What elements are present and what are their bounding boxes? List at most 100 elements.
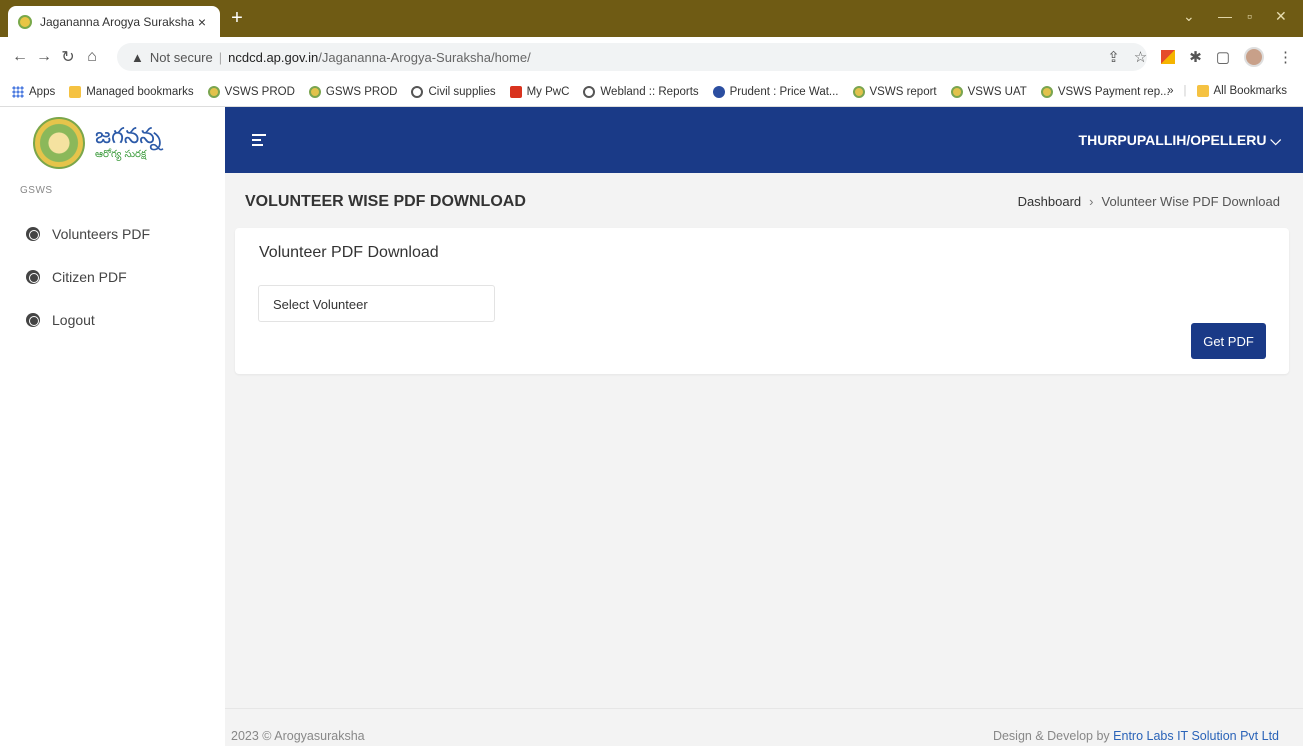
bookmark-webland[interactable]: Webland :: Reports — [583, 85, 699, 98]
bookmark-label: Prudent : Price Wat... — [729, 85, 839, 98]
reload-icon[interactable]: ↻ — [56, 47, 80, 67]
gsws-favicon-icon — [950, 85, 963, 98]
bookmark-prudent[interactable]: Prudent : Price Wat... — [712, 85, 839, 98]
bookmark-vsws-report[interactable]: VSWS report — [852, 85, 937, 98]
site-favicon-icon — [18, 14, 32, 29]
tab-close-icon[interactable]: × — [194, 14, 210, 30]
sidebar: జగనన్న ఆరోగ్య సురక్ష GSWS Volunteers PDF… — [0, 107, 225, 746]
apps-grid-icon — [12, 85, 24, 98]
gsws-favicon-icon — [852, 85, 865, 98]
gsws-favicon-icon — [207, 85, 220, 98]
get-pdf-button[interactable]: Get PDF — [1191, 323, 1266, 359]
extension-icon[interactable] — [1161, 50, 1176, 64]
breadcrumb: Dashboard › Volunteer Wise PDF Download — [1018, 194, 1280, 209]
sidebar-item-label: Logout — [52, 312, 95, 328]
breadcrumb-separator-icon: › — [1089, 194, 1094, 209]
breadcrumb-current: Volunteer Wise PDF Download — [1101, 194, 1280, 209]
menu-kebab-icon[interactable]: ⋮ — [1278, 48, 1293, 66]
card-title: Volunteer PDF Download — [259, 244, 439, 261]
bookmark-gsws-prod[interactable]: GSWS PROD — [308, 85, 397, 98]
bookmark-vsws-prod[interactable]: VSWS PROD — [207, 85, 295, 98]
address-divider: | — [218, 49, 223, 65]
logo-subtitle: ఆరోగ్య సురక్ష — [95, 149, 147, 160]
footer: 2023 © Arogyasuraksha Design & Develop b… — [225, 708, 1303, 746]
gsws-favicon-icon — [1040, 85, 1053, 98]
bookmark-vsws-payment[interactable]: VSWS Payment rep... — [1040, 85, 1170, 98]
browser-toolbar: ← → ↻ ⌂ ▲ Not secure | ncdcd.ap.gov.in/J… — [0, 37, 1303, 77]
profile-avatar[interactable] — [1244, 47, 1264, 67]
bookmarks-overflow: » | All Bookmarks — [1167, 85, 1287, 97]
tab-title: Jagananna Arogya Suraksha — [40, 14, 194, 29]
bookmark-managed[interactable]: Managed bookmarks — [69, 85, 194, 98]
volunteer-select[interactable]: Select Volunteer — [258, 285, 495, 322]
globe-icon — [26, 270, 40, 284]
bookmark-label: Managed bookmarks — [86, 85, 194, 98]
sidebar-item-volunteers-pdf[interactable]: Volunteers PDF — [26, 226, 150, 242]
globe-icon — [411, 85, 424, 98]
credit-company-link[interactable]: Entro Labs IT Solution Pvt Ltd — [1113, 729, 1279, 743]
extensions-puzzle-icon[interactable]: ✱ — [1189, 48, 1202, 66]
star-icon[interactable]: ☆ — [1134, 48, 1147, 66]
bookmark-label: Webland :: Reports — [600, 85, 699, 98]
folder-icon — [69, 85, 82, 98]
volunteer-pdf-card: Volunteer PDF Download Select Volunteer … — [235, 228, 1289, 374]
globe-icon — [26, 227, 40, 241]
logo-text: జగనన్న ఆరోగ్య సురక్ష — [95, 126, 161, 160]
bookmarks-bar: Apps Managed bookmarks VSWS PROD GSWS PR… — [0, 77, 1303, 107]
bookmark-label: My PwC — [526, 85, 570, 98]
bookmark-my-pwc[interactable]: My PwC — [509, 85, 570, 98]
sidebar-item-citizen-pdf[interactable]: Citizen PDF — [26, 269, 127, 285]
all-bookmarks-button[interactable]: All Bookmarks — [1196, 85, 1288, 97]
bookmark-apps[interactable]: Apps — [12, 85, 56, 98]
toolbar-actions: ⇪ ☆ ✱ ▢ ⋮ — [1107, 47, 1293, 67]
warning-icon[interactable]: ▲ — [131, 50, 144, 65]
restore-icon[interactable]: ▫ — [1247, 8, 1252, 24]
bookmark-label: VSWS UAT — [967, 85, 1027, 98]
minimize-icon[interactable]: — — [1218, 8, 1232, 24]
sidebar-item-label: Citizen PDF — [52, 269, 127, 285]
bookmark-label: Apps — [29, 85, 56, 98]
bookmark-label: Civil supplies — [428, 85, 496, 98]
window-close-icon[interactable]: ✕ — [1275, 8, 1287, 25]
sidebar-item-logout[interactable]: Logout — [26, 312, 95, 328]
sidebar-section-label: GSWS — [20, 185, 53, 196]
browser-tab-strip: Jagananna Arogya Suraksha × + ⌄ — ▫ ✕ — [0, 0, 1303, 37]
user-location-dropdown[interactable]: THURPUPALLIH/OPELLERU ⌵ — [1079, 132, 1281, 149]
globe-icon — [583, 85, 596, 98]
page-title: VOLUNTEER WISE PDF DOWNLOAD — [245, 193, 526, 210]
menu-toggle-icon[interactable] — [252, 134, 266, 149]
breadcrumb-dashboard-link[interactable]: Dashboard — [1018, 194, 1082, 209]
address-bar[interactable]: ▲ Not secure | ncdcd.ap.gov.in/Jagananna… — [117, 43, 1147, 71]
gsws-favicon-icon — [308, 85, 321, 98]
folder-icon — [1196, 85, 1209, 97]
forward-icon[interactable]: → — [32, 48, 56, 66]
credit-prefix: Design & Develop by — [992, 729, 1114, 743]
tab-search-icon[interactable]: ⌄ — [1183, 8, 1195, 25]
side-panel-icon[interactable]: ▢ — [1216, 48, 1230, 66]
new-tab-button[interactable]: + — [226, 8, 248, 30]
security-label[interactable]: Not secure — [150, 50, 213, 65]
share-icon[interactable]: ⇪ — [1107, 48, 1120, 66]
more-bookmarks-button[interactable]: » — [1167, 85, 1173, 97]
sidebar-item-label: Volunteers PDF — [52, 226, 151, 242]
bookmark-label: VSWS report — [869, 85, 937, 98]
back-icon[interactable]: ← — [8, 48, 32, 66]
url-path[interactable]: /Jagananna-Arogya-Suraksha/home/ — [318, 50, 530, 65]
app-logo[interactable]: జగనన్న ఆరోగ్య సురక్ష — [33, 113, 193, 173]
footer-copyright: 2023 © Arogyasuraksha — [231, 729, 365, 743]
footer-credit: Design & Develop by Entro Labs IT Soluti… — [993, 729, 1279, 743]
browser-tab[interactable]: Jagananna Arogya Suraksha × — [8, 6, 220, 37]
bookmark-label: VSWS PROD — [224, 85, 295, 98]
all-bookmarks-label: All Bookmarks — [1213, 85, 1288, 97]
app-header: THURPUPALLIH/OPELLERU ⌵ — [225, 107, 1303, 173]
bookmark-vsws-uat[interactable]: VSWS UAT — [950, 85, 1027, 98]
home-icon[interactable]: ⌂ — [80, 48, 104, 66]
bookmarks-divider: | — [1183, 85, 1187, 97]
bookmark-label: VSWS Payment rep... — [1057, 85, 1170, 98]
pwc-favicon-icon — [509, 85, 522, 98]
prudent-favicon-icon — [712, 85, 725, 98]
state-emblem-icon — [33, 117, 85, 169]
bookmark-civil-supplies[interactable]: Civil supplies — [411, 85, 496, 98]
url-host[interactable]: ncdcd.ap.gov.in — [228, 50, 318, 65]
globe-icon — [26, 313, 40, 327]
